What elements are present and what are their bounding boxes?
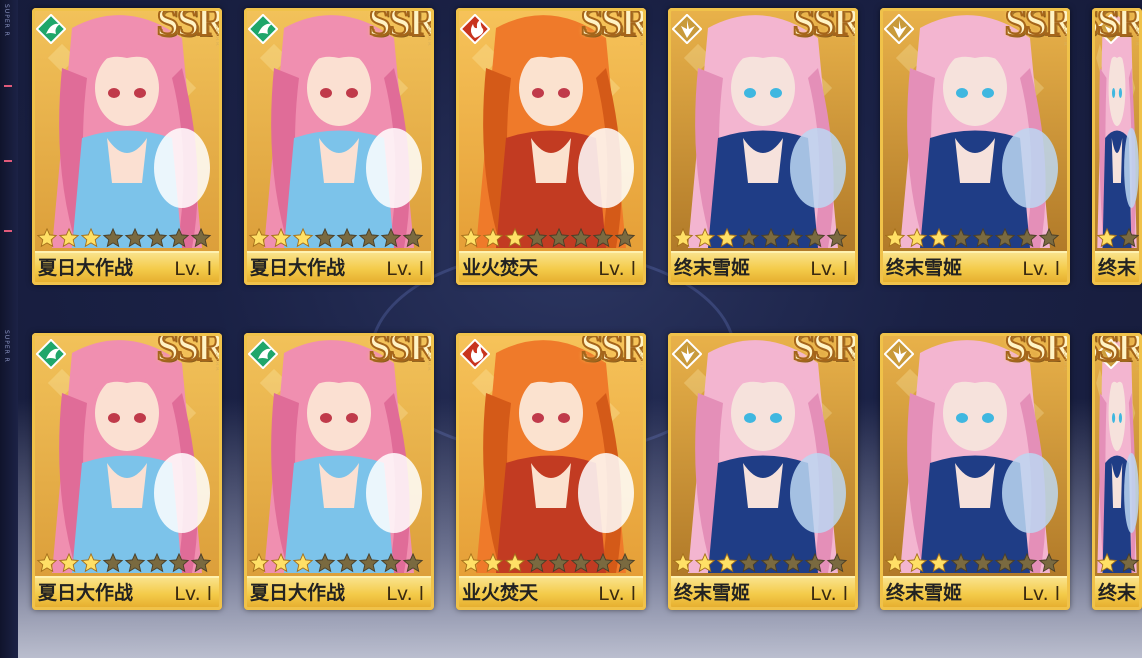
ssr-subtext: SUPER R — [850, 24, 856, 46]
character-card[interactable]: SSR SUPER R 夏日大作战 Lv. l — [244, 333, 434, 610]
card-level: Lv. l — [386, 583, 424, 605]
character-card[interactable]: SSR SUPER R 业火焚天 Lv. l — [456, 333, 646, 610]
card-namebar: 夏日大作战 Lv. l — [32, 576, 222, 610]
card-level: Lv. l — [1022, 583, 1060, 605]
card-namebar: 夏日大作战 Lv. l — [244, 251, 434, 285]
side-marker — [4, 85, 12, 87]
card-namebar: 终末雪姬 Lv. l — [668, 576, 858, 610]
star-rating — [248, 227, 424, 249]
card-name: 终末雪姬 — [674, 582, 751, 604]
ssr-subtext: SUPER R — [850, 349, 856, 371]
ssr-rarity-badge: SSR — [580, 333, 646, 370]
character-card[interactable]: SSR SUPER R 终末雪姬 Lv. l — [880, 333, 1070, 610]
character-card[interactable]: SSR SUPER R 夏日大作战 Lv. l — [244, 8, 434, 285]
card-level: Lv. l — [1022, 258, 1060, 280]
ssr-subtext: SUPER R — [1134, 349, 1140, 371]
character-card[interactable]: SSR SUPER R 夏日大作战 Lv. l — [32, 8, 222, 285]
side-text: SUPER R — [3, 4, 10, 37]
ssr-subtext: SUPER R — [426, 24, 432, 46]
star-rating — [460, 227, 636, 249]
ssr-subtext: SUPER R — [638, 349, 644, 371]
star-rating — [1096, 552, 1142, 574]
card-name: 终末雪姬 — [886, 257, 963, 279]
side-text: SUPER R — [3, 330, 10, 363]
card-namebar: 夏日大作战 Lv. l — [32, 251, 222, 285]
ssr-subtext: SUPER R — [426, 349, 432, 371]
ssr-rarity-badge: SSR — [156, 333, 222, 370]
left-side-strip: SUPER R SUPER R — [0, 0, 18, 658]
card-namebar: 终末 — [1092, 251, 1142, 285]
card-namebar: 业火焚天 Lv. l — [456, 251, 646, 285]
card-name: 业火焚天 — [462, 257, 539, 279]
ssr-subtext: SUPER R — [1062, 24, 1068, 46]
star-rating — [248, 552, 424, 574]
card-namebar: 终末雪姬 Lv. l — [880, 251, 1070, 285]
card-namebar: 夏日大作战 Lv. l — [244, 576, 434, 610]
star-rating — [672, 552, 848, 574]
side-marker — [4, 160, 12, 162]
card-level: Lv. l — [174, 583, 212, 605]
ssr-rarity-badge: SSR — [368, 333, 434, 370]
ssr-rarity-badge: SSR — [156, 8, 222, 45]
character-card[interactable]: SSR SUPER R 夏日大作战 Lv. l — [32, 333, 222, 610]
ssr-rarity-badge: SSR — [368, 8, 434, 45]
card-name: 夏日大作战 — [250, 257, 346, 279]
card-level: Lv. l — [174, 258, 212, 280]
card-name: 夏日大作战 — [38, 582, 134, 604]
ssr-rarity-badge: SSR — [580, 8, 646, 45]
card-name: 终末雪姬 — [674, 257, 751, 279]
card-namebar: 终末雪姬 Lv. l — [668, 251, 858, 285]
card-name: 终末雪姬 — [886, 582, 963, 604]
card-namebar: 终末雪姬 Lv. l — [880, 576, 1070, 610]
ssr-subtext: SUPER R — [1062, 349, 1068, 371]
card-name: 业火焚天 — [462, 582, 539, 604]
card-level: Lv. l — [598, 583, 636, 605]
ssr-subtext: SUPER R — [214, 24, 220, 46]
star-rating — [36, 227, 212, 249]
character-card[interactable]: SSR SUPER R 终末雪姬 Lv. l — [880, 8, 1070, 285]
card-level: Lv. l — [810, 258, 848, 280]
character-card[interactable]: SSR SUPER R 终末 — [1092, 8, 1142, 285]
character-card[interactable]: SSR SUPER R 终末 — [1092, 333, 1142, 610]
side-marker — [4, 230, 12, 232]
character-card[interactable]: SSR SUPER R 业火焚天 Lv. l — [456, 8, 646, 285]
star-rating — [1096, 227, 1142, 249]
card-name: 夏日大作战 — [250, 582, 346, 604]
character-card[interactable]: SSR SUPER R 终末雪姬 Lv. l — [668, 8, 858, 285]
ssr-subtext: SUPER R — [638, 24, 644, 46]
card-level: Lv. l — [810, 583, 848, 605]
card-level: Lv. l — [386, 258, 424, 280]
star-rating — [884, 227, 1060, 249]
ssr-subtext: SUPER R — [1134, 24, 1140, 46]
star-rating — [460, 552, 636, 574]
ssr-rarity-badge: SSR — [792, 8, 858, 45]
card-level: Lv. l — [598, 258, 636, 280]
ssr-rarity-badge: SSR — [1004, 8, 1070, 45]
star-rating — [36, 552, 212, 574]
ssr-rarity-badge: SSR — [1004, 333, 1070, 370]
card-namebar: 终末 — [1092, 576, 1142, 610]
ssr-rarity-badge: SSR — [792, 333, 858, 370]
card-name: 终末 — [1098, 582, 1137, 604]
card-namebar: 业火焚天 Lv. l — [456, 576, 646, 610]
star-rating — [884, 552, 1060, 574]
card-name: 终末 — [1098, 257, 1137, 279]
ssr-subtext: SUPER R — [214, 349, 220, 371]
card-name: 夏日大作战 — [38, 257, 134, 279]
character-card[interactable]: SSR SUPER R 终末雪姬 Lv. l — [668, 333, 858, 610]
star-rating — [672, 227, 848, 249]
